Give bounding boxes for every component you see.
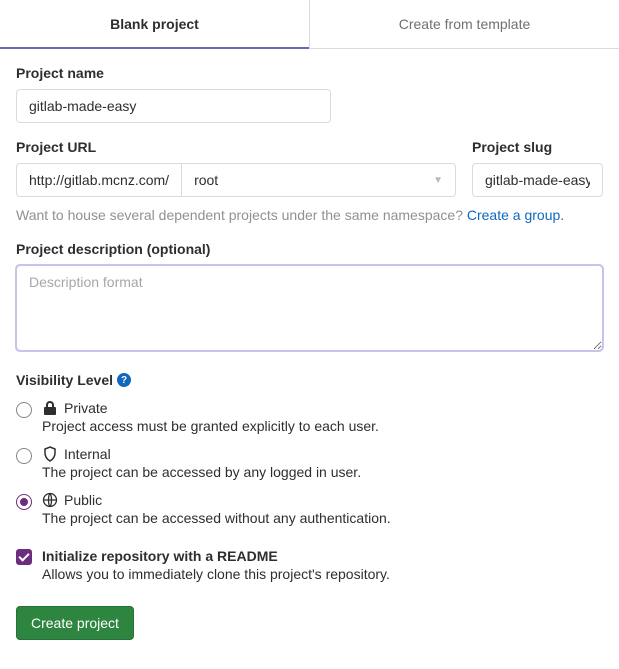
readme-desc: Allows you to immediately clone this pro… xyxy=(42,566,603,582)
shield-icon xyxy=(42,446,58,462)
project-type-tabs: Blank project Create from template xyxy=(0,0,619,49)
lock-icon xyxy=(42,400,58,416)
project-name-input[interactable] xyxy=(16,89,331,123)
namespace-select[interactable]: root ▼ xyxy=(181,163,456,197)
visibility-option-private[interactable]: Private Project access must be granted e… xyxy=(16,400,603,434)
project-slug-input[interactable] xyxy=(472,163,603,197)
public-desc: The project can be accessed without any … xyxy=(42,510,603,526)
project-name-label: Project name xyxy=(16,65,603,81)
internal-desc: The project can be accessed by any logge… xyxy=(42,464,603,480)
internal-title: Internal xyxy=(64,446,111,462)
description-label: Project description (optional) xyxy=(16,241,603,257)
visibility-option-public[interactable]: Public The project can be accessed witho… xyxy=(16,492,603,526)
project-url-label: Project URL xyxy=(16,139,456,155)
readme-option[interactable]: Initialize repository with a README Allo… xyxy=(16,548,603,582)
project-url-prefix: http://gitlab.mcnz.com/ xyxy=(16,163,181,197)
checkbox-readme[interactable] xyxy=(16,549,32,565)
tab-blank-project[interactable]: Blank project xyxy=(0,0,309,48)
tab-create-from-template[interactable]: Create from template xyxy=(309,0,619,48)
visibility-option-internal[interactable]: Internal The project can be accessed by … xyxy=(16,446,603,480)
readme-title: Initialize repository with a README xyxy=(42,548,603,564)
project-url-group: http://gitlab.mcnz.com/ root ▼ xyxy=(16,163,456,197)
private-title: Private xyxy=(64,400,108,416)
project-slug-label: Project slug xyxy=(472,139,603,155)
create-project-button[interactable]: Create project xyxy=(16,606,134,640)
radio-internal[interactable] xyxy=(16,448,32,464)
private-desc: Project access must be granted explicitl… xyxy=(42,418,603,434)
chevron-down-icon: ▼ xyxy=(433,175,443,186)
new-project-form: Project name Project URL http://gitlab.m… xyxy=(0,49,619,656)
help-icon[interactable]: ? xyxy=(117,373,131,387)
namespace-value: root xyxy=(194,172,218,188)
namespace-hint: Want to house several dependent projects… xyxy=(16,207,603,223)
radio-public[interactable] xyxy=(16,494,32,510)
public-title: Public xyxy=(64,492,102,508)
description-textarea[interactable] xyxy=(16,265,603,351)
globe-icon xyxy=(42,492,58,508)
create-group-link[interactable]: Create a group. xyxy=(467,207,564,223)
radio-private[interactable] xyxy=(16,402,32,418)
visibility-label: Visibility Level ? xyxy=(16,372,603,388)
